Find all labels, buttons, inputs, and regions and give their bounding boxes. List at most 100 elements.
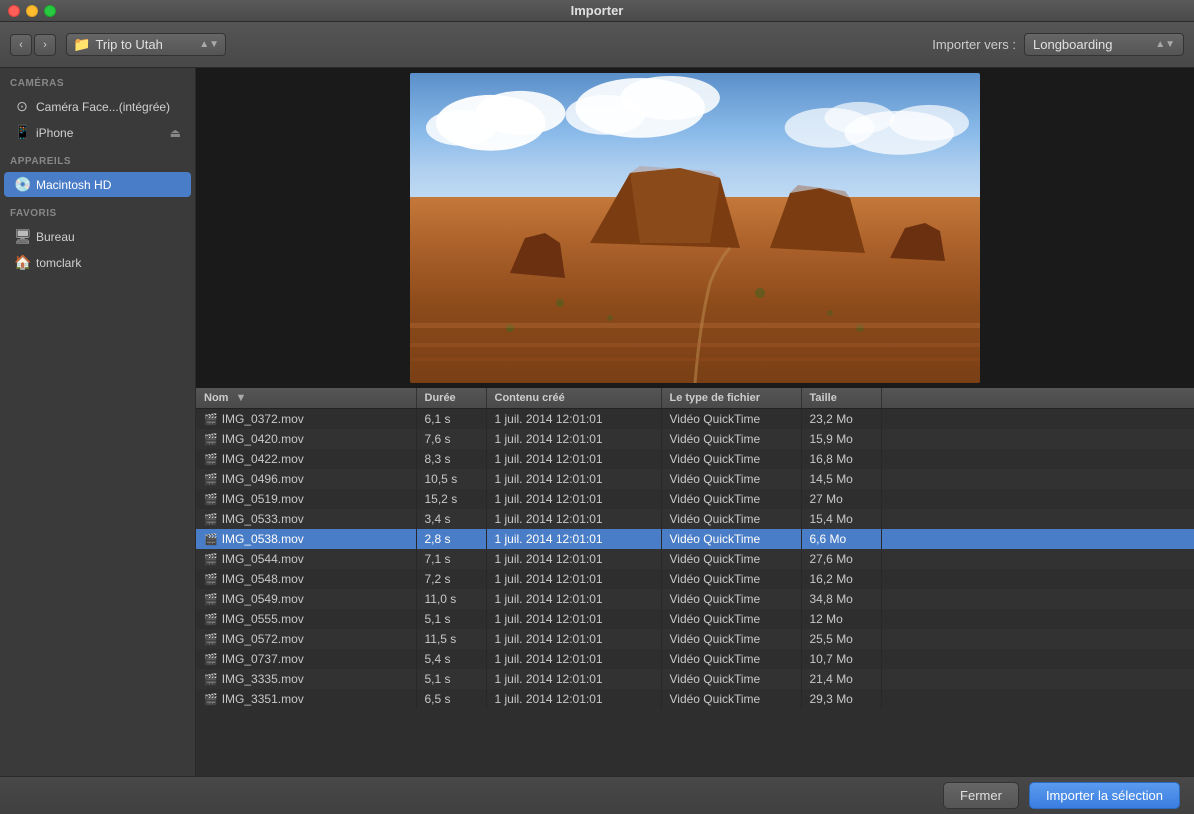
col-type-header[interactable]: Le type de fichier xyxy=(661,388,801,409)
table-header: Nom ▼ Durée Contenu créé Le type de fich… xyxy=(196,388,1194,409)
main-layout: CAMÉRAS ⊙ Caméra Face...(intégrée) 📱 iPh… xyxy=(0,68,1194,776)
tomclark-label: tomclark xyxy=(36,256,81,270)
destination-name: Longboarding xyxy=(1033,37,1150,52)
table-row[interactable]: 🎬IMG_0420.mov7,6 s1 juil. 2014 12:01:01V… xyxy=(196,429,1194,449)
sidebar-item-bureau[interactable]: 🖥 Bureau xyxy=(4,224,191,249)
cell-extra xyxy=(881,449,1194,469)
macintosh-hd-label: Macintosh HD xyxy=(36,178,111,192)
nav-back-button[interactable]: ‹ xyxy=(10,34,32,56)
cell-duree: 7,1 s xyxy=(416,549,486,569)
cell-nom: 🎬IMG_3335.mov xyxy=(196,669,416,689)
table-row[interactable]: 🎬IMG_0538.mov2,8 s1 juil. 2014 12:01:01V… xyxy=(196,529,1194,549)
col-contenu-header[interactable]: Contenu créé xyxy=(486,388,661,409)
col-extra-header xyxy=(881,388,1194,409)
cell-extra xyxy=(881,409,1194,430)
sidebar-item-camera-face[interactable]: ⊙ Caméra Face...(intégrée) xyxy=(4,94,191,119)
cell-duree: 3,4 s xyxy=(416,509,486,529)
cell-nom: 🎬IMG_0549.mov xyxy=(196,589,416,609)
cell-extra xyxy=(881,629,1194,649)
close-button[interactable] xyxy=(8,5,20,17)
destination-selector[interactable]: Longboarding ▲▼ xyxy=(1024,33,1184,56)
file-list-area: Nom ▼ Durée Contenu créé Le type de fich… xyxy=(196,388,1194,776)
cell-taille: 15,9 Mo xyxy=(801,429,881,449)
col-duree-header[interactable]: Durée xyxy=(416,388,486,409)
file-list-body: 🎬IMG_0372.mov6,1 s1 juil. 2014 12:01:01V… xyxy=(196,409,1194,710)
import-button[interactable]: Importer la sélection xyxy=(1029,782,1180,809)
col-taille-header[interactable]: Taille xyxy=(801,388,881,409)
cell-taille: 16,2 Mo xyxy=(801,569,881,589)
maximize-button[interactable] xyxy=(44,5,56,17)
cell-duree: 5,1 s xyxy=(416,609,486,629)
cell-contenu: 1 juil. 2014 12:01:01 xyxy=(486,689,661,709)
mesa-svg xyxy=(410,73,980,383)
table-row[interactable]: 🎬IMG_0496.mov10,5 s1 juil. 2014 12:01:01… xyxy=(196,469,1194,489)
file-icon: 🎬 xyxy=(204,494,218,506)
cell-contenu: 1 juil. 2014 12:01:01 xyxy=(486,569,661,589)
file-icon: 🎬 xyxy=(204,434,218,446)
table-row[interactable]: 🎬IMG_0533.mov3,4 s1 juil. 2014 12:01:01V… xyxy=(196,509,1194,529)
traffic-lights xyxy=(8,5,56,17)
table-row[interactable]: 🎬IMG_0572.mov11,5 s1 juil. 2014 12:01:01… xyxy=(196,629,1194,649)
cell-type: Vidéo QuickTime xyxy=(661,589,801,609)
titlebar: Importer xyxy=(0,0,1194,22)
table-row[interactable]: 🎬IMG_0519.mov15,2 s1 juil. 2014 12:01:01… xyxy=(196,489,1194,509)
eject-button[interactable]: ⏏ xyxy=(170,126,181,140)
cell-duree: 7,6 s xyxy=(416,429,486,449)
cell-extra xyxy=(881,469,1194,489)
cell-contenu: 1 juil. 2014 12:01:01 xyxy=(486,669,661,689)
cell-duree: 15,2 s xyxy=(416,489,486,509)
sidebar-item-tomclark[interactable]: 🏠 tomclark xyxy=(4,250,191,275)
cell-taille: 12 Mo xyxy=(801,609,881,629)
cell-taille: 10,7 Mo xyxy=(801,649,881,669)
file-icon: 🎬 xyxy=(204,474,218,486)
cell-duree: 2,8 s xyxy=(416,529,486,549)
table-row[interactable]: 🎬IMG_0422.mov8,3 s1 juil. 2014 12:01:01V… xyxy=(196,449,1194,469)
cameras-section-label: CAMÉRAS xyxy=(0,68,195,93)
cell-nom: 🎬IMG_0533.mov xyxy=(196,509,416,529)
cell-contenu: 1 juil. 2014 12:01:01 xyxy=(486,509,661,529)
cell-nom: 🎬IMG_3351.mov xyxy=(196,689,416,709)
cell-nom: 🎬IMG_0737.mov xyxy=(196,649,416,669)
cell-extra xyxy=(881,489,1194,509)
table-row[interactable]: 🎬IMG_3351.mov6,5 s1 juil. 2014 12:01:01V… xyxy=(196,689,1194,709)
close-button[interactable]: Fermer xyxy=(943,782,1019,809)
iphone-label: iPhone xyxy=(36,126,73,140)
file-icon: 🎬 xyxy=(204,594,218,606)
cell-extra xyxy=(881,689,1194,709)
cell-taille: 27 Mo xyxy=(801,489,881,509)
cell-type: Vidéo QuickTime xyxy=(661,549,801,569)
cell-extra xyxy=(881,509,1194,529)
table-row[interactable]: 🎬IMG_0372.mov6,1 s1 juil. 2014 12:01:01V… xyxy=(196,409,1194,430)
cell-type: Vidéo QuickTime xyxy=(661,449,801,469)
folder-selector[interactable]: 📁 Trip to Utah ▲▼ xyxy=(66,33,226,56)
table-row[interactable]: 🎬IMG_0549.mov11,0 s1 juil. 2014 12:01:01… xyxy=(196,589,1194,609)
cell-nom: 🎬IMG_0420.mov xyxy=(196,429,416,449)
destination-arrow-icon: ▲▼ xyxy=(1155,39,1175,50)
cell-nom: 🎬IMG_0519.mov xyxy=(196,489,416,509)
nav-forward-button[interactable]: › xyxy=(34,34,56,56)
cell-duree: 11,5 s xyxy=(416,629,486,649)
cell-contenu: 1 juil. 2014 12:01:01 xyxy=(486,589,661,609)
cell-contenu: 1 juil. 2014 12:01:01 xyxy=(486,649,661,669)
sidebar-item-iphone[interactable]: 📱 iPhone ⏏ xyxy=(4,120,191,145)
minimize-button[interactable] xyxy=(26,5,38,17)
cell-type: Vidéo QuickTime xyxy=(661,689,801,709)
cell-nom: 🎬IMG_0372.mov xyxy=(196,409,416,430)
cell-type: Vidéo QuickTime xyxy=(661,649,801,669)
bureau-icon: 🖥 xyxy=(14,228,30,245)
cell-contenu: 1 juil. 2014 12:01:01 xyxy=(486,549,661,569)
sidebar-item-macintosh-hd[interactable]: 💿 Macintosh HD xyxy=(4,172,191,197)
table-row[interactable]: 🎬IMG_3335.mov5,1 s1 juil. 2014 12:01:01V… xyxy=(196,669,1194,689)
table-row[interactable]: 🎬IMG_0555.mov5,1 s1 juil. 2014 12:01:01V… xyxy=(196,609,1194,629)
table-row[interactable]: 🎬IMG_0544.mov7,1 s1 juil. 2014 12:01:01V… xyxy=(196,549,1194,569)
bureau-label: Bureau xyxy=(36,230,75,244)
content-area: Nom ▼ Durée Contenu créé Le type de fich… xyxy=(196,68,1194,776)
cell-nom: 🎬IMG_0548.mov xyxy=(196,569,416,589)
importer-vers-section: Importer vers : Longboarding ▲▼ xyxy=(932,33,1184,56)
col-nom-header[interactable]: Nom ▼ xyxy=(196,388,416,409)
cell-contenu: 1 juil. 2014 12:01:01 xyxy=(486,429,661,449)
cell-type: Vidéo QuickTime xyxy=(661,569,801,589)
table-row[interactable]: 🎬IMG_0548.mov7,2 s1 juil. 2014 12:01:01V… xyxy=(196,569,1194,589)
cell-contenu: 1 juil. 2014 12:01:01 xyxy=(486,529,661,549)
table-row[interactable]: 🎬IMG_0737.mov5,4 s1 juil. 2014 12:01:01V… xyxy=(196,649,1194,669)
